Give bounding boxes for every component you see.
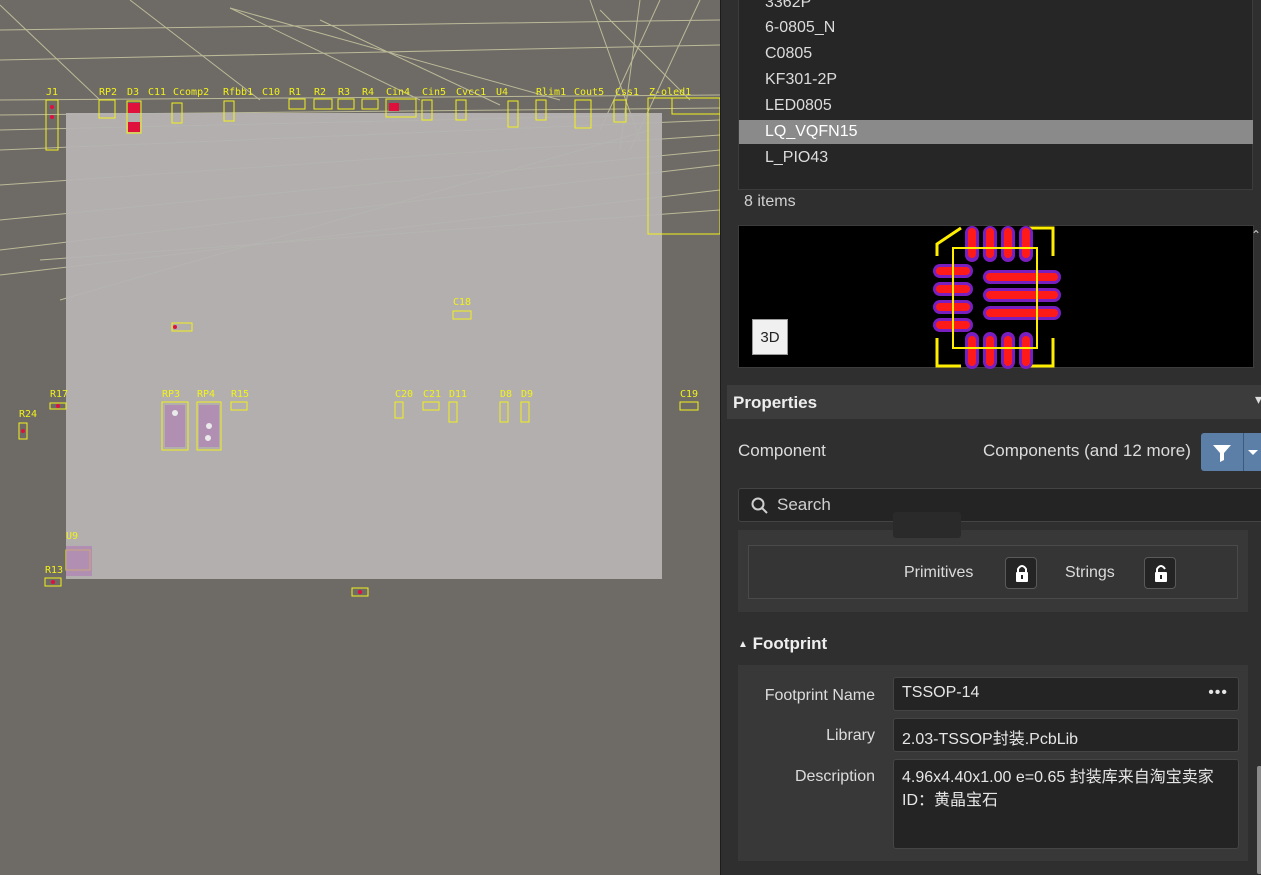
filter-button[interactable] xyxy=(1201,433,1243,471)
refdes-label: Css1 xyxy=(615,87,640,98)
refdes-label: R1 xyxy=(289,87,302,98)
properties-title: Properties xyxy=(733,393,818,412)
list-item-selected[interactable]: LQ_VQFN15 xyxy=(739,120,1253,144)
refdes-label: C10 xyxy=(262,87,281,98)
list-item[interactable]: 6-0805_N xyxy=(765,16,835,40)
refdes-label: Cvcc1 xyxy=(456,87,487,98)
component-label: Component xyxy=(738,441,826,460)
collapse-triangle-icon: ▲ xyxy=(738,639,748,650)
refdes-label: R17 xyxy=(50,389,69,400)
footprint-preview[interactable]: 3D xyxy=(738,225,1254,369)
refdes-label: R4 xyxy=(362,87,375,98)
refdes-label: Cin5 xyxy=(422,87,447,98)
footprint-list[interactable]: 3362P 6-0805_N C0805 KF301-2P LED0805 LQ… xyxy=(738,0,1253,190)
board-outline xyxy=(66,113,662,579)
footprint-properties: Footprint Name TSSOP-14 ••• Library 2.03… xyxy=(738,665,1248,861)
footprint-section-header[interactable]: ▲ Footprint xyxy=(738,634,827,654)
refdes-label: Rfbb1 xyxy=(223,87,254,98)
refdes-label: D11 xyxy=(449,389,468,400)
lock-icon xyxy=(1016,565,1028,582)
list-item[interactable]: L_PIO43 xyxy=(765,146,828,170)
refdes-label: R3 xyxy=(338,87,351,98)
strings-lock-toggle[interactable] xyxy=(1144,557,1176,589)
list-item[interactable]: KF301-2P xyxy=(765,68,837,92)
right-panel: 3362P 6-0805_N C0805 KF301-2P LED0805 LQ… xyxy=(720,0,1261,875)
pcb-canvas[interactable]: J1 RP2 D3 C11 Ccomp2 Rfbb1 C10 R1 R2 R3 … xyxy=(0,0,720,875)
more-options-button[interactable]: ••• xyxy=(1208,684,1228,702)
filter-icon xyxy=(1213,445,1231,462)
refdes-label: C20 xyxy=(395,389,414,400)
refdes-label: RP3 xyxy=(162,389,181,400)
pcb-drawing xyxy=(0,0,720,597)
refdes-label: R24 xyxy=(19,409,38,420)
collapse-chevron-icon[interactable]: ⌃ xyxy=(1251,228,1261,242)
lock-options-box: Primitives Strings xyxy=(748,545,1238,599)
list-item[interactable]: C0805 xyxy=(765,42,812,66)
refdes-label: C18 xyxy=(453,297,472,308)
description-field[interactable]: 4.96x4.40x1.00 e=0.65 封装库来自淘宝卖家 ID：黄晶宝石 xyxy=(893,759,1239,849)
refdes-label: Rlim1 xyxy=(536,87,567,98)
refdes-label: Cout5 xyxy=(574,87,605,98)
panel-scrollbar[interactable] xyxy=(1257,766,1261,874)
refdes-label: Ccomp2 xyxy=(173,87,210,98)
library-field[interactable]: 2.03-TSSOP封装.PcbLib xyxy=(893,718,1239,752)
refdes-label: C21 xyxy=(423,389,442,400)
refdes-label: D3 xyxy=(127,87,140,98)
view-3d-button[interactable]: 3D xyxy=(752,319,788,355)
footprint-name-label: Footprint Name xyxy=(764,687,875,704)
item-count: 8 items xyxy=(744,193,796,210)
refdes-label: C11 xyxy=(148,87,167,98)
footprint-section-title: Footprint xyxy=(752,634,828,653)
library-label: Library xyxy=(826,727,875,744)
filter-dropdown-button[interactable] xyxy=(1243,433,1261,471)
list-item[interactable]: LED0805 xyxy=(765,94,832,118)
refdes-label: R2 xyxy=(314,87,327,98)
refdes-label: Z-oled1 xyxy=(649,87,692,98)
truncated-field xyxy=(893,512,961,538)
footprint-name-field[interactable]: TSSOP-14 ••• xyxy=(893,677,1239,711)
refdes-label: U9 xyxy=(66,531,79,542)
refdes-label: R13 xyxy=(45,565,64,576)
chevron-down-icon[interactable]: ▾ xyxy=(1255,391,1261,408)
primitives-label: Primitives xyxy=(904,564,974,581)
search-placeholder: Search xyxy=(777,495,831,514)
refdes-label: U4 xyxy=(496,87,509,98)
component-filter-summary: Components (and 12 more) xyxy=(983,441,1191,460)
refdes-label: C19 xyxy=(680,389,699,400)
refdes-label: RP2 xyxy=(99,87,118,98)
search-icon xyxy=(751,497,768,514)
footprint-preview-drawing xyxy=(933,226,1061,369)
unlock-icon xyxy=(1155,565,1167,582)
refdes-label: D8 xyxy=(500,389,513,400)
refdes-label: Cin4 xyxy=(386,87,411,98)
refdes-label: D9 xyxy=(521,389,534,400)
refdes-label: RP4 xyxy=(197,389,216,400)
primitives-lock-toggle[interactable] xyxy=(1005,557,1037,589)
strings-label: Strings xyxy=(1065,564,1115,581)
list-item[interactable]: 3362P xyxy=(765,0,811,15)
lock-primitives-group: Primitives Strings xyxy=(738,512,1248,612)
chevron-down-icon xyxy=(1248,450,1258,455)
properties-header[interactable]: Properties ▾ xyxy=(727,385,1261,419)
footprint-name-value: TSSOP-14 xyxy=(902,684,980,701)
description-label: Description xyxy=(794,768,875,785)
refdes-label: J1 xyxy=(46,87,59,98)
search-input[interactable]: Search xyxy=(738,488,1261,522)
refdes-label: R15 xyxy=(231,389,250,400)
